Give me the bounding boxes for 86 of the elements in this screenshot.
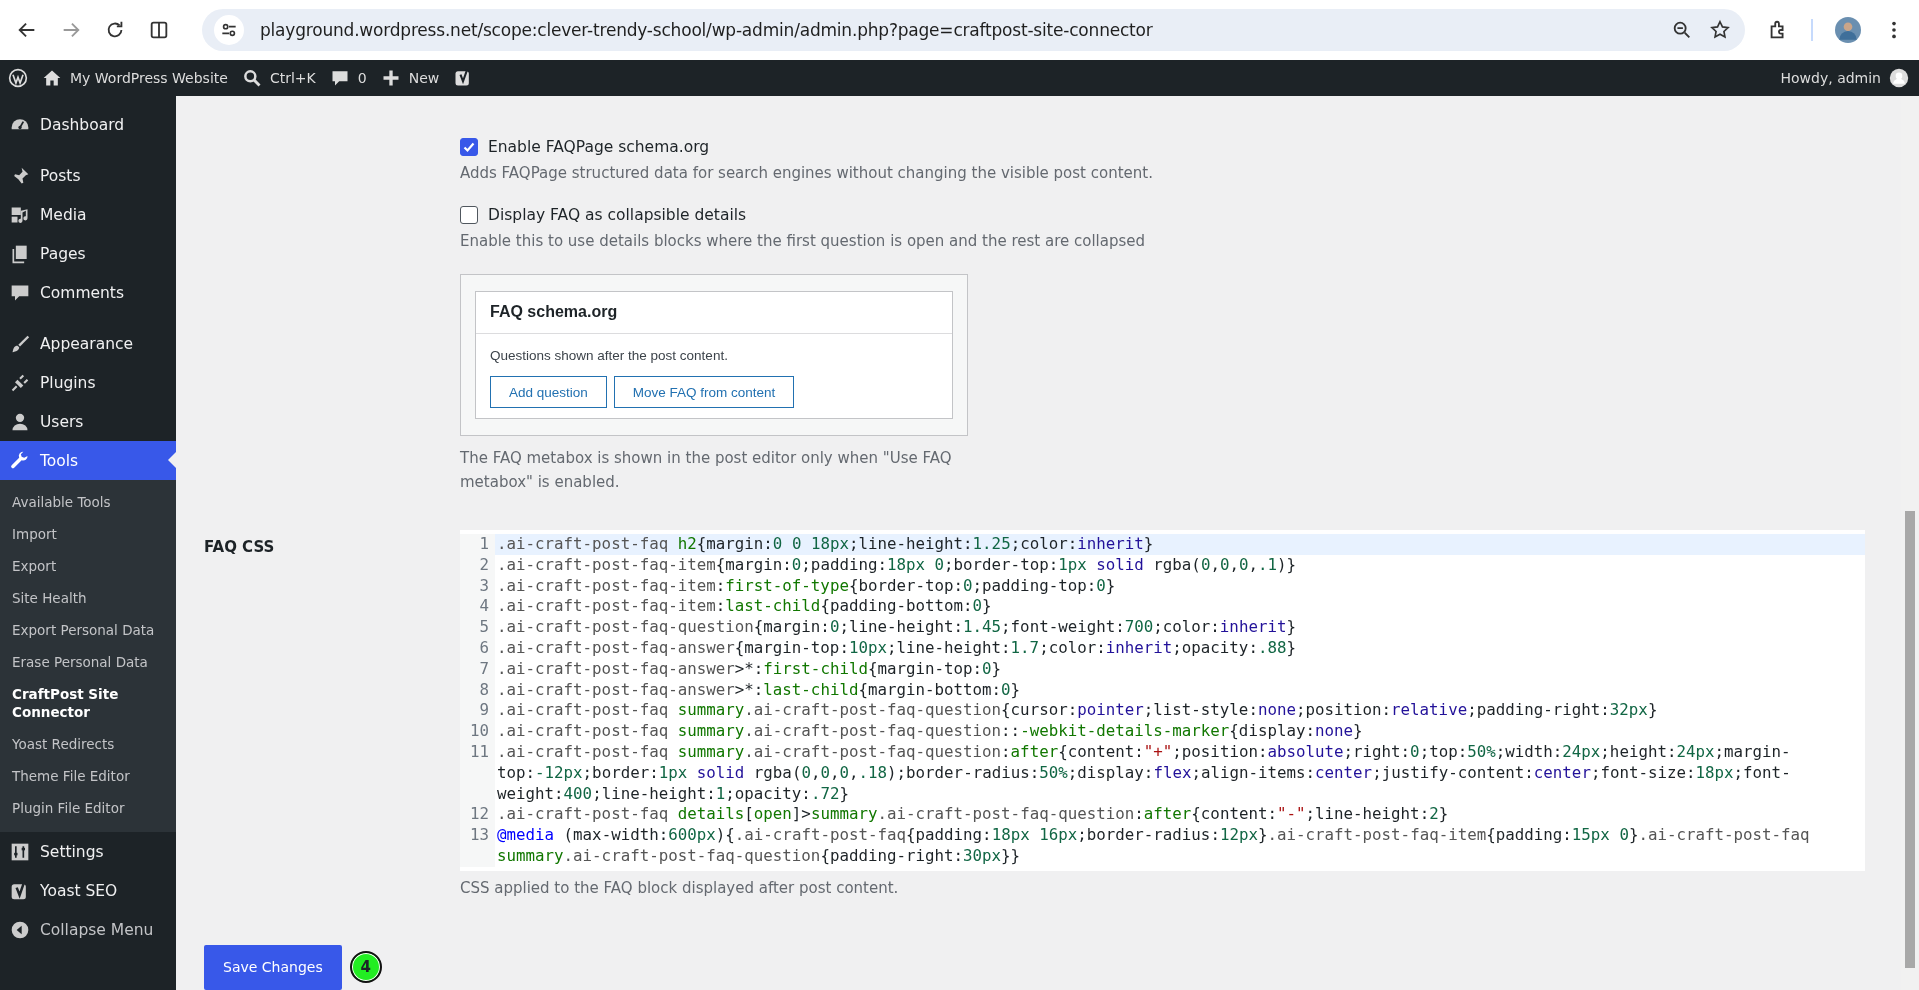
code-line: .ai-craft-post-faq-question{margin:0;line-height:1.45;font-weight:700;color:inherit} [496, 617, 1297, 638]
line-number: 10 [460, 721, 495, 742]
zoom-out-icon[interactable] [1671, 19, 1693, 41]
metabox-button[interactable]: Add question [490, 376, 607, 408]
field-label: FAQ CSS [204, 537, 276, 558]
checkbox[interactable] [460, 138, 478, 156]
metabox-button[interactable]: Move FAQ from content [613, 376, 795, 408]
line-number: 11 [460, 741, 495, 805]
sidebar-menu-item[interactable]: Plugins [0, 363, 176, 402]
sidebar-menu-item[interactable]: Yoast SEO [0, 871, 176, 910]
step-badge: 4 [349, 951, 382, 984]
option-description: Enable this to use details blocks where the first question is open and the rest are collapsed [460, 231, 1147, 252]
line-number: 6 [460, 638, 495, 659]
code-line: .ai-craft-post-faq-item{margin:0;padding:18px 0;border-top:1px solid rgba(0,0,0,.1)} [496, 554, 1298, 576]
code-line: .ai-craft-post-faq-answer{margin-top:10px;line-height:1.7;color:inherit;opacity:.88} [496, 638, 1297, 659]
avatar-icon[interactable] [1835, 17, 1861, 43]
submenu-item[interactable]: Export [0, 550, 176, 582]
code-line: .ai-craft-post-faq-item:first-of-type{border-top:0;padding-top:0} [496, 575, 1117, 597]
submenu-item[interactable]: CraftPost Site Connector [0, 678, 176, 728]
line-number: 1 [460, 534, 495, 555]
line-number: 5 [460, 617, 495, 638]
split-view-icon[interactable] [148, 19, 170, 41]
option-description: Adds FAQPage structured data for search engines without changing the visible post content. [460, 163, 1154, 184]
sidebar-menu-item[interactable]: Users [0, 402, 176, 441]
submenu-item[interactable]: Available Tools [0, 486, 176, 518]
user-icon [10, 411, 30, 432]
submenu-item[interactable]: Plugin File Editor [0, 792, 176, 824]
submenu-item[interactable]: Erase Personal Data [0, 646, 176, 678]
home-icon [42, 68, 62, 88]
line-number: 3 [460, 575, 495, 597]
sidebar-menu-item[interactable]: Appearance [0, 324, 176, 363]
submenu-item[interactable]: Site Health [0, 582, 176, 614]
site-settings-icon[interactable] [214, 15, 244, 45]
code-line: .ai-craft-post-faq-answer>*:last-child{margin-bottom:0} [496, 679, 1022, 701]
code-line: @media (max-width:600px){.ai-craft-post-faq{padding:18px 16px;border-radius:12px}.ai-craft-post-faq-item{padding:15px 0}.ai-craft-post-faq summary.ai-craft-post-faq-question{padding-right:30px}} [496, 825, 1811, 867]
code-line: .ai-craft-post-faq summary.ai-craft-post-faq-question:after{content:"+";position:absolute;right:0;top:50%;width:24px;height:24px;margin-top:-12px;border:1px solid rgba(0,0,0,.18);border-radius:50%;display:flex;align-items:center;justify-content:center;font-size:18px;font-weight:400;line-height:1;opacity:.72} [496, 741, 1792, 805]
sidebar-menu-item[interactable]: Pages [0, 234, 176, 273]
menu-pointer-icon [168, 452, 176, 468]
avatar-icon [1889, 68, 1909, 88]
line-number: 2 [460, 554, 495, 576]
line-number: 8 [460, 679, 495, 701]
line-number: 13 [460, 825, 495, 867]
account-link[interactable]: Howdy, admin [1780, 68, 1909, 88]
submenu-item[interactable]: Export Personal Data [0, 614, 176, 646]
checkbox-label: Display FAQ as collapsible details [488, 206, 747, 224]
line-number: 9 [460, 700, 495, 722]
metabox-title: FAQ schema.org [476, 292, 952, 334]
save-button[interactable]: Save Changes [204, 944, 342, 990]
collapse-icon [10, 919, 30, 940]
pages-icon [10, 243, 30, 264]
brush-icon [10, 333, 30, 354]
comments-link[interactable]: 0 [329, 68, 367, 88]
code-line: .ai-craft-post-faq summary.ai-craft-post-faq-question{cursor:pointer;list-style:none;position:relative;padding-right:32px} [496, 700, 1659, 722]
line-number: 12 [460, 804, 495, 826]
star-icon[interactable] [1709, 19, 1731, 41]
code-line: .ai-craft-post-faq details[open]>summary.ai-craft-post-faq-question:after{content:"-";line-height:2} [496, 804, 1450, 826]
search-icon [241, 68, 262, 88]
code-line: .ai-craft-post-faq-item:last-child{padding-bottom:0} [496, 596, 993, 618]
code-line: .ai-craft-post-faq-answer>*:first-child{margin-top:0} [496, 658, 1003, 680]
site-link[interactable]: My WordPress Website [42, 68, 228, 88]
new-link[interactable]: New [380, 68, 440, 88]
submenu-item[interactable]: Import [0, 518, 176, 550]
field-description: CSS applied to the FAQ block displayed after post content. [460, 877, 900, 899]
sliders-icon [10, 841, 30, 862]
line-number: 7 [460, 658, 495, 680]
preview-note: The FAQ metabox is shown in the post editor only when "Use FAQ metabox" is enabled. [460, 448, 953, 493]
sidebar-menu-item[interactable]: Media [0, 195, 176, 234]
wrench-icon [10, 450, 30, 471]
plug-icon [10, 372, 30, 393]
checkbox[interactable] [460, 206, 478, 224]
line-number: 4 [460, 596, 495, 618]
address-bar[interactable]: playground.wordpress.net/scope:clever-trendy-school/wp-admin/admin.php?page=craftpost-site-connector [202, 9, 1745, 51]
submenu-item[interactable]: Theme File Editor [0, 760, 176, 792]
sidebar-menu-item[interactable]: Dashboard [0, 105, 176, 144]
sidebar-menu-item[interactable]: Posts [0, 156, 176, 195]
code-line: .ai-craft-post-faq summary.ai-craft-post-faq-question::-webkit-details-marker{display:none} [496, 721, 1364, 742]
sidebar-menu-item[interactable]: Tools [0, 441, 176, 480]
submenu-item[interactable]: Yoast Redirects [0, 728, 176, 760]
checkbox-label: Enable FAQPage schema.org [488, 138, 710, 156]
code-line: .ai-craft-post-faq h2{margin:0 0 18px;line-height:1.25;color:inherit} [496, 534, 1155, 555]
sidebar-menu-item[interactable]: Settings [0, 832, 176, 871]
sidebar-menu-item[interactable]: Comments [0, 273, 176, 312]
search-link[interactable]: Ctrl+K [241, 68, 316, 88]
metabox-text: Questions shown after the post content. [490, 348, 729, 363]
wordpress-logo-icon[interactable] [8, 68, 28, 88]
collapse-menu-button[interactable]: Collapse Menu [0, 910, 176, 949]
